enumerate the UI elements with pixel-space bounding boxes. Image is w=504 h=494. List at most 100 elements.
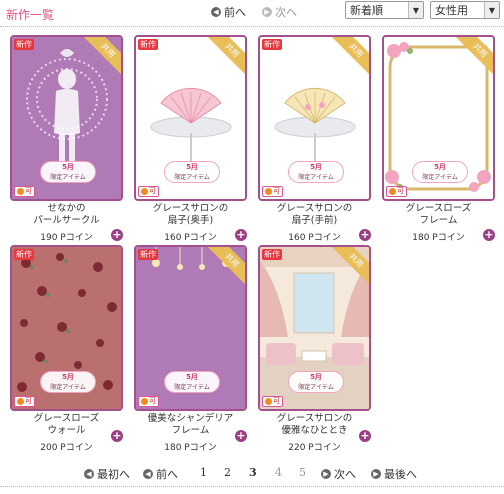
gender-select[interactable]: 女性用 ▼	[430, 1, 500, 19]
limited-label: 限定アイテム	[50, 384, 86, 391]
allowed-flag: 可	[138, 396, 159, 407]
limited-label: 限定アイテム	[50, 174, 86, 181]
header-divider	[0, 26, 504, 27]
page-link-1[interactable]: 1	[200, 466, 207, 479]
next-page-label: 次へ	[334, 468, 356, 481]
limited-label: 限定アイテム	[298, 174, 334, 181]
coin-icon	[17, 188, 24, 195]
limited-month: 5月	[310, 373, 322, 381]
add-item-button[interactable]: +	[359, 229, 371, 241]
item-card[interactable]: 新作 共用 5月 限定アイテム 可	[10, 35, 123, 201]
allowed-label: 可	[25, 187, 32, 195]
item-name-line1: グレースサロンの	[276, 203, 353, 214]
limited-item-seal: 5月限定アイテム	[40, 161, 96, 183]
item-name: グレースサロンの 扇子(手前)	[258, 203, 371, 227]
new-badge: 新作	[262, 39, 282, 50]
item-name: グレースローズ フレーム	[382, 203, 495, 227]
item-name-line2: 扇子(奥手)	[167, 215, 214, 226]
item-name: グレースサロンの 優雅なひととき	[258, 413, 371, 437]
coin-icon	[141, 188, 148, 195]
item-name: せなかの パールサークル	[10, 203, 123, 227]
last-label: 最後へ	[384, 468, 417, 481]
first-arrow-icon: ◀	[84, 469, 94, 479]
limited-month: 5月	[62, 163, 74, 171]
prev-page-label: 前へ	[156, 468, 178, 481]
add-item-button[interactable]: +	[483, 229, 495, 241]
last-arrow-icon: ▶	[371, 469, 381, 479]
item-name-line1: グレースローズ	[33, 413, 100, 424]
limited-item-seal: 5月 限定アイテム	[164, 371, 220, 393]
item-name-line2: 優雅なひととき	[281, 425, 348, 436]
allowed-flag: 可	[14, 186, 35, 197]
item-price: 200 Pコイン	[40, 443, 93, 453]
item-name-line2: ウォール	[47, 425, 86, 436]
item-card[interactable]: 新作 共用 5月 限定アイテム 可	[134, 35, 247, 201]
add-item-button[interactable]: +	[111, 229, 123, 241]
next-link[interactable]: ▶ 次へ	[262, 4, 297, 20]
item-name-line1: せなかの	[47, 203, 86, 214]
item-name-line1: グレースサロンの	[276, 413, 353, 424]
add-item-button[interactable]: +	[359, 430, 371, 442]
first-page-link[interactable]: ◀ 最初へ	[84, 466, 130, 482]
item-card[interactable]: 新作 5月 限定アイテム 可	[10, 245, 123, 411]
allowed-label: 可	[149, 187, 156, 195]
limited-label: 限定アイテム	[174, 174, 210, 181]
limited-month: 5月	[186, 373, 198, 381]
chevron-down-icon: ▼	[484, 2, 499, 18]
prev-link[interactable]: ◀ 前へ	[211, 4, 246, 20]
item-name-line2: フレーム	[419, 215, 458, 226]
coin-icon	[17, 398, 24, 405]
add-item-button[interactable]: +	[235, 430, 247, 442]
prev-page-link[interactable]: ◀ 前へ	[143, 466, 178, 482]
allowed-label: 可	[149, 397, 156, 405]
prev-arrow-icon: ◀	[143, 469, 153, 479]
allowed-flag: 可	[262, 186, 283, 197]
limited-month: 5月	[310, 163, 322, 171]
new-badge: 新作	[14, 249, 34, 260]
next-page-link[interactable]: ▶ 次へ	[321, 466, 356, 482]
chevron-down-icon: ▼	[408, 2, 423, 18]
allowed-flag: 可	[386, 186, 407, 197]
item-price: 180 Pコイン	[412, 233, 465, 243]
item-card[interactable]: 新作 共用 5月 限定アイテム 可	[134, 245, 247, 411]
limited-item-seal: 5月 限定アイテム	[164, 161, 220, 183]
page-link-4[interactable]: 4	[275, 466, 282, 479]
add-item-button[interactable]: +	[111, 430, 123, 442]
add-item-button[interactable]: +	[235, 229, 247, 241]
item-price: 190 Pコイン	[40, 233, 93, 243]
item-name: グレースサロンの 扇子(奥手)	[134, 203, 247, 227]
allowed-flag: 可	[14, 396, 35, 407]
gender-select-value: 女性用	[435, 4, 468, 17]
item-card[interactable]: 共用 5月 限定アイテム 可	[382, 35, 495, 201]
item-name-line1: グレースローズ	[405, 203, 472, 214]
last-page-link[interactable]: ▶ 最後へ	[371, 466, 417, 482]
next-label: 次へ	[275, 6, 297, 19]
allowed-flag: 可	[138, 186, 159, 197]
next-arrow-icon: ▶	[321, 469, 331, 479]
item-name-line1: グレースサロンの	[152, 203, 229, 214]
coin-icon	[141, 398, 148, 405]
prev-label: 前へ	[224, 6, 246, 19]
current-page: 3	[249, 466, 257, 479]
item-price: 160 Pコイン	[288, 233, 341, 243]
coin-icon	[389, 188, 396, 195]
item-price: 180 Pコイン	[164, 443, 217, 453]
item-name: 優美なシャンデリア フレーム	[134, 413, 247, 437]
item-name: グレースローズ ウォール	[10, 413, 123, 437]
page-link-2[interactable]: 2	[224, 466, 231, 479]
prev-arrow-icon: ◀	[211, 7, 221, 17]
sort-select[interactable]: 新着順 ▼	[345, 1, 424, 19]
limited-month: 5月	[434, 163, 446, 171]
page-link-5[interactable]: 5	[299, 466, 306, 479]
limited-label: 限定アイテム	[422, 174, 458, 181]
item-name-line2: パールサークル	[33, 215, 100, 226]
limited-item-seal: 5月限定アイテム	[288, 161, 344, 183]
allowed-label: 可	[273, 187, 280, 195]
item-name-line1: 優美なシャンデリア	[147, 413, 234, 424]
item-price: 220 Pコイン	[288, 443, 341, 453]
item-card[interactable]: 新作 共用 5月 限定アイテム 可	[258, 35, 371, 201]
item-card[interactable]: 新作 共用 5月 限定アイテム 可	[258, 245, 371, 411]
footer-divider	[0, 486, 504, 487]
item-name-line2: 扇子(手前)	[291, 215, 338, 226]
limited-label: 限定アイテム	[298, 384, 334, 391]
